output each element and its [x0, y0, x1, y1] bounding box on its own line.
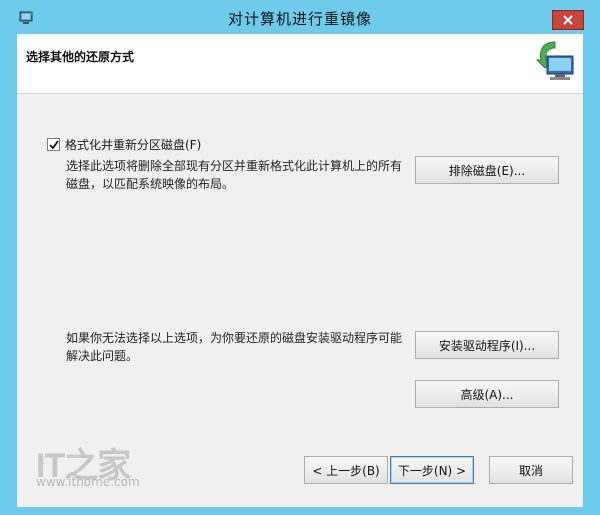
back-button[interactable]: < 上一步(B): [304, 456, 388, 484]
advanced-button[interactable]: 高级(A)...: [415, 380, 559, 408]
install-drivers-button[interactable]: 安装驱动程序(I)...: [415, 331, 559, 359]
exclude-disks-button[interactable]: 排除磁盘(E)...: [415, 156, 559, 184]
dialog-client-area: 选择其他的还原方式 格式化并重新分区磁盘(F) 选择此选项将删除全部现有分区并重…: [17, 34, 583, 507]
format-description: 选择此选项将删除全部现有分区并重新格式化此计算机上的所有磁盘，以匹配系统映像的布…: [66, 159, 403, 191]
watermark: IT之家 www.ithome.com: [36, 438, 140, 489]
watermark-url: www.ithome.com: [36, 475, 140, 489]
page-title: 选择其他的还原方式: [26, 50, 135, 64]
window-title: 对计算机进行重镜像: [227, 10, 372, 28]
format-checkbox[interactable]: [47, 138, 60, 151]
page-header: 选择其他的还原方式: [17, 34, 583, 94]
close-icon: [563, 15, 573, 25]
cancel-button[interactable]: 取消: [489, 456, 573, 484]
system-restore-icon: [535, 41, 574, 80]
driver-hint: 如果你无法选择以上选项，为你要还原的磁盘安装驱动程序可能解决此问题。: [66, 331, 403, 363]
dialog-window: 对计算机进行重镜像 选择其他的还原方式 格式化并重新分区磁盘(F) 选择此选项将…: [0, 0, 600, 515]
next-button[interactable]: 下一步(N) >: [390, 456, 474, 484]
close-button[interactable]: [552, 10, 584, 30]
checkmark-icon: [48, 139, 59, 149]
format-option[interactable]: 格式化并重新分区磁盘(F): [47, 136, 201, 153]
title-bar[interactable]: 对计算机进行重镜像: [0, 0, 600, 34]
format-checkbox-label[interactable]: 格式化并重新分区磁盘(F): [65, 136, 201, 153]
